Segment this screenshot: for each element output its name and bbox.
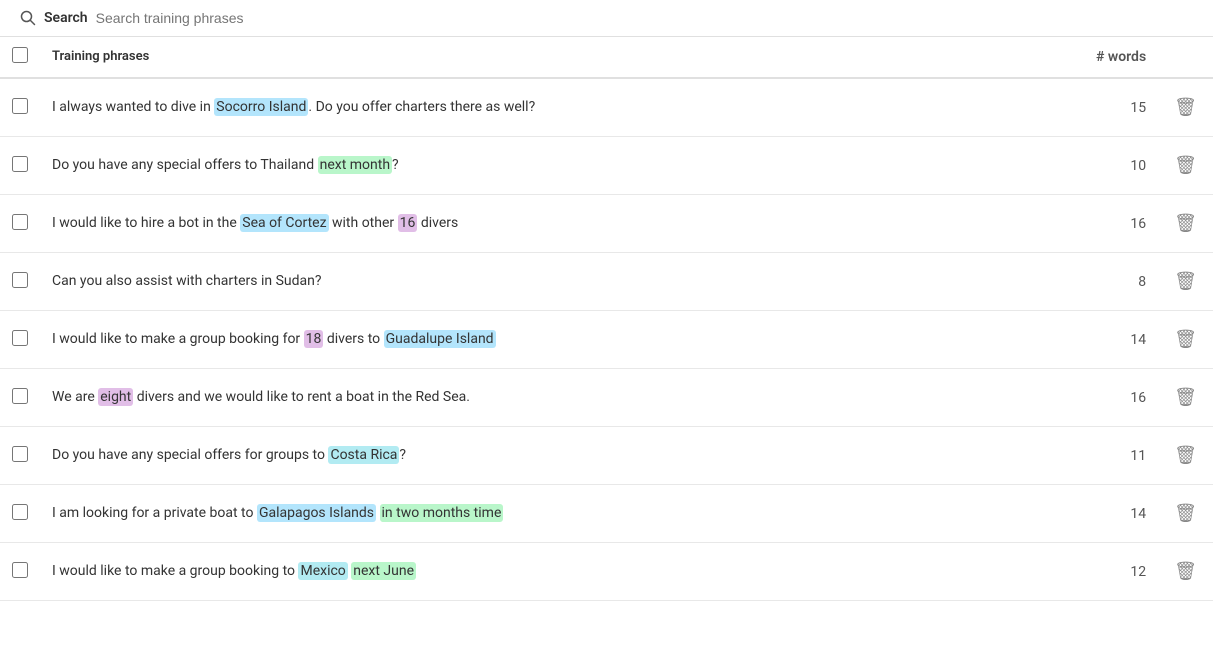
row-checkbox-cell xyxy=(0,137,40,195)
row-checkbox-cell xyxy=(0,195,40,253)
action-cell: 🗑 xyxy=(1158,78,1213,137)
action-cell: 🗑 xyxy=(1158,485,1213,543)
action-cell: 🗑 xyxy=(1158,137,1213,195)
row-checkbox[interactable] xyxy=(12,272,28,288)
trash-icon: 🗑 xyxy=(1174,503,1197,524)
trash-icon: 🗑 xyxy=(1174,387,1197,408)
highlight-next-month: next month xyxy=(318,156,392,174)
delete-button[interactable]: 🗑 xyxy=(1170,441,1201,470)
words-cell: 15 xyxy=(1058,78,1158,137)
highlight-guadalupe: Guadalupe Island xyxy=(384,330,496,348)
action-cell: 🗑 xyxy=(1158,195,1213,253)
row-checkbox[interactable] xyxy=(12,446,28,462)
trash-icon: 🗑 xyxy=(1174,213,1197,234)
select-all-checkbox[interactable] xyxy=(12,47,28,63)
delete-button[interactable]: 🗑 xyxy=(1170,209,1201,238)
highlight-18: 18 xyxy=(304,330,324,348)
phrase-cell: I would like to hire a bot in the Sea of… xyxy=(40,195,1058,253)
phrase-cell: Do you have any special offers for group… xyxy=(40,427,1058,485)
row-checkbox-cell xyxy=(0,78,40,137)
phrase-cell: I would like to make a group booking for… xyxy=(40,311,1058,369)
action-cell: 🗑 xyxy=(1158,427,1213,485)
highlight-mexico: Mexico xyxy=(298,562,347,580)
highlight-socorro: Socorro Island xyxy=(214,98,308,116)
row-checkbox-cell xyxy=(0,427,40,485)
highlight-costa-rica: Costa Rica xyxy=(328,446,399,464)
phrase-cell: Do you have any special offers to Thaila… xyxy=(40,137,1058,195)
highlight-two-months-time: in two months time xyxy=(380,504,504,522)
highlight-next-june: next June xyxy=(351,562,416,580)
delete-button[interactable]: 🗑 xyxy=(1170,325,1201,354)
words-cell: 11 xyxy=(1058,427,1158,485)
delete-button[interactable]: 🗑 xyxy=(1170,151,1201,180)
phrase-cell: I am looking for a private boat to Galap… xyxy=(40,485,1058,543)
table-row: I would like to hire a bot in the Sea of… xyxy=(0,195,1213,253)
trash-icon: 🗑 xyxy=(1174,445,1197,466)
search-label: Search xyxy=(44,10,88,26)
table-row: We are eight divers and we would like to… xyxy=(0,369,1213,427)
words-cell: 10 xyxy=(1058,137,1158,195)
row-checkbox[interactable] xyxy=(12,562,28,578)
delete-button[interactable]: 🗑 xyxy=(1170,93,1201,122)
table-row: I would like to make a group booking to … xyxy=(0,543,1213,601)
row-checkbox[interactable] xyxy=(12,214,28,230)
action-cell: 🗑 xyxy=(1158,311,1213,369)
phrase-cell: We are eight divers and we would like to… xyxy=(40,369,1058,427)
trash-icon: 🗑 xyxy=(1174,97,1197,118)
row-checkbox[interactable] xyxy=(12,504,28,520)
row-checkbox-cell xyxy=(0,543,40,601)
words-cell: 12 xyxy=(1058,543,1158,601)
highlight-eight: eight xyxy=(98,388,133,406)
words-cell: 16 xyxy=(1058,195,1158,253)
table-row: Can you also assist with charters in Sud… xyxy=(0,253,1213,311)
action-cell: 🗑 xyxy=(1158,543,1213,601)
action-cell: 🗑 xyxy=(1158,369,1213,427)
table-row: I would like to make a group booking for… xyxy=(0,311,1213,369)
row-checkbox[interactable] xyxy=(12,98,28,114)
delete-button[interactable]: 🗑 xyxy=(1170,557,1201,586)
trash-icon: 🗑 xyxy=(1174,271,1197,292)
words-cell: 8 xyxy=(1058,253,1158,311)
training-phrases-table: Training phrases # words I always wanted… xyxy=(0,37,1213,601)
action-cell: 🗑 xyxy=(1158,253,1213,311)
trash-icon: 🗑 xyxy=(1174,155,1197,176)
row-checkbox-cell xyxy=(0,485,40,543)
delete-button[interactable]: 🗑 xyxy=(1170,499,1201,528)
highlight-16: 16 xyxy=(398,214,418,232)
search-icon xyxy=(20,10,36,26)
phrase-col-header: Training phrases xyxy=(40,37,1058,78)
search-bar: Search xyxy=(0,0,1213,37)
phrase-cell: Can you also assist with charters in Sud… xyxy=(40,253,1058,311)
row-checkbox-cell xyxy=(0,253,40,311)
phrase-cell: I would like to make a group booking to … xyxy=(40,543,1058,601)
words-cell: 14 xyxy=(1058,311,1158,369)
trash-icon: 🗑 xyxy=(1174,561,1197,582)
table-row: I always wanted to dive in Socorro Islan… xyxy=(0,78,1213,137)
delete-button[interactable]: 🗑 xyxy=(1170,383,1201,412)
row-checkbox-cell xyxy=(0,369,40,427)
select-all-col xyxy=(0,37,40,78)
action-col-header xyxy=(1158,37,1213,78)
words-cell: 14 xyxy=(1058,485,1158,543)
row-checkbox[interactable] xyxy=(12,156,28,172)
highlight-galapagos: Galapagos Islands xyxy=(257,504,376,522)
trash-icon: 🗑 xyxy=(1174,329,1197,350)
words-cell: 16 xyxy=(1058,369,1158,427)
phrase-cell: I always wanted to dive in Socorro Islan… xyxy=(40,78,1058,137)
table-row: Do you have any special offers for group… xyxy=(0,427,1213,485)
row-checkbox[interactable] xyxy=(12,330,28,346)
table-row: I am looking for a private boat to Galap… xyxy=(0,485,1213,543)
search-input[interactable] xyxy=(96,10,1193,26)
row-checkbox-cell xyxy=(0,311,40,369)
table-row: Do you have any special offers to Thaila… xyxy=(0,137,1213,195)
delete-button[interactable]: 🗑 xyxy=(1170,267,1201,296)
words-col-header: # words xyxy=(1058,37,1158,78)
highlight-sea-of-cortez: Sea of Cortez xyxy=(240,214,328,232)
row-checkbox[interactable] xyxy=(12,388,28,404)
